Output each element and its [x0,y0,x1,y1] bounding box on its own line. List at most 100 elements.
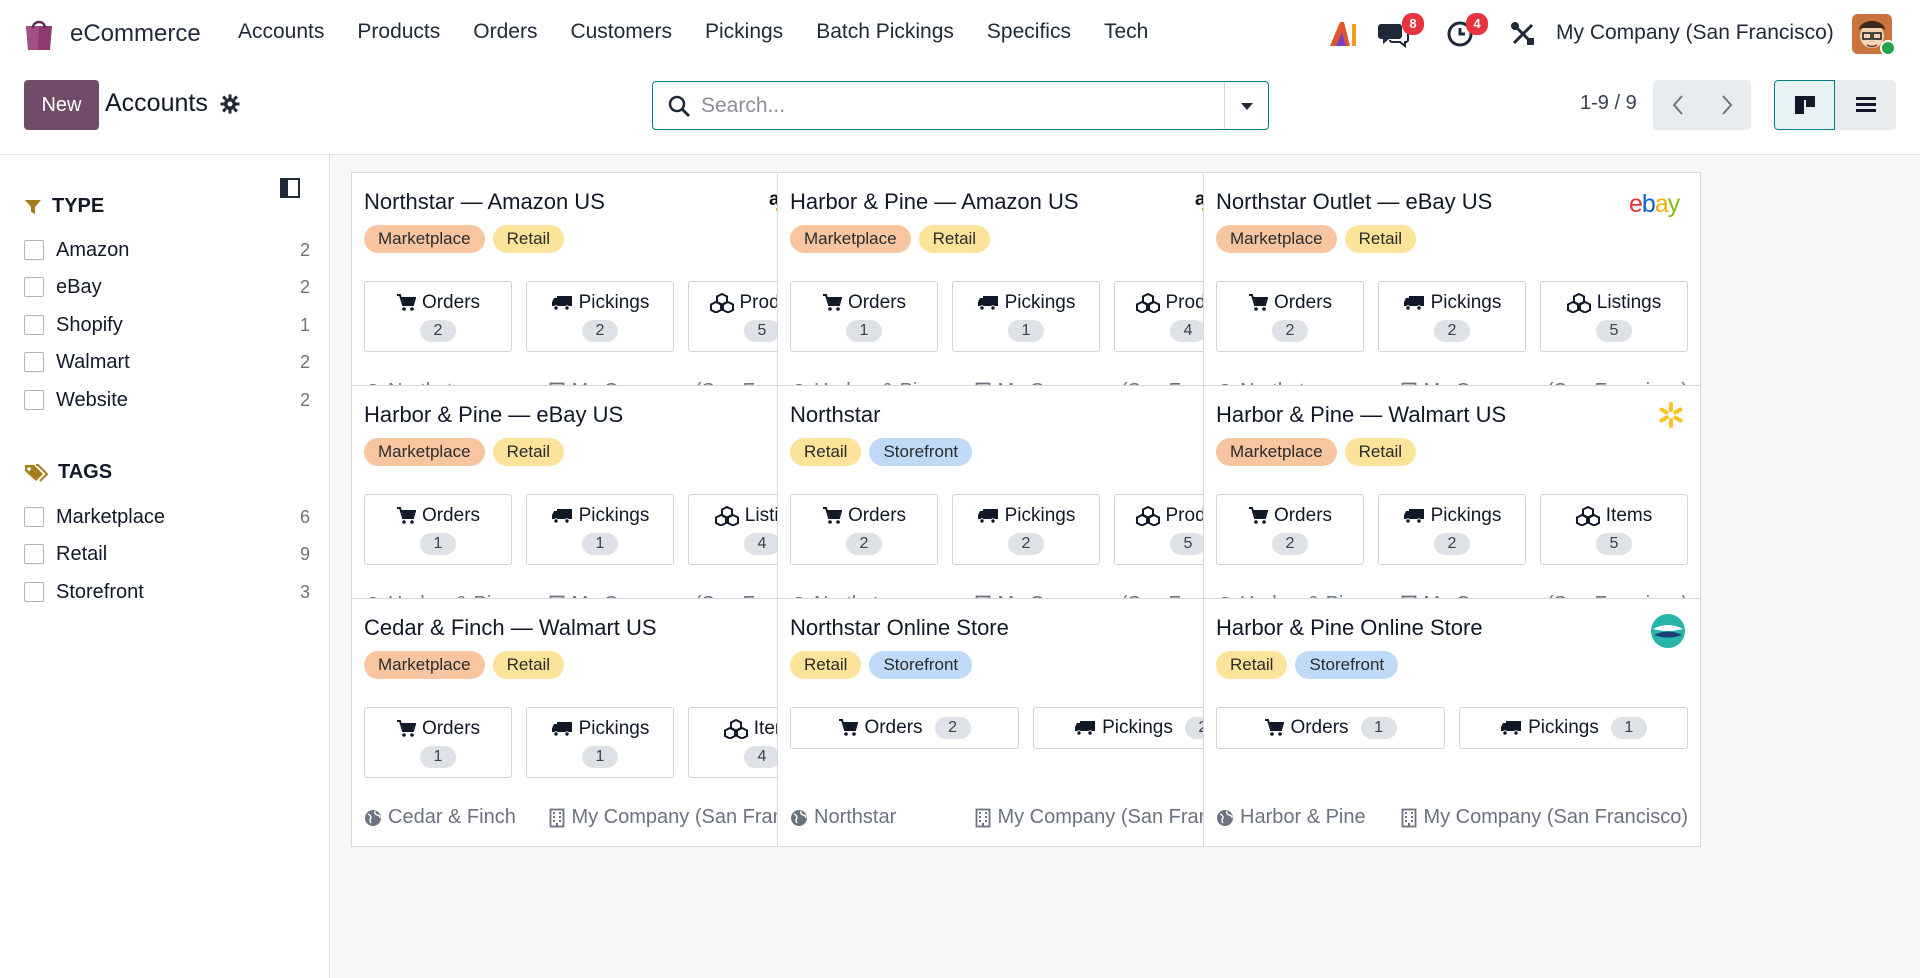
app-name[interactable]: eCommerce [70,20,201,48]
menu-pickings[interactable]: Pickings [705,20,783,44]
filter-icon [25,199,41,214]
stat-button-orders[interactable]: Orders 1 [1216,707,1445,749]
filter-count: 9 [299,543,310,564]
stat-button-items[interactable]: Items 5 [1540,494,1688,565]
truck-icon [1403,295,1424,311]
stat-label: Orders [847,504,907,526]
account-card[interactable]: Northstar — Amazon USamazonMarketplaceRe… [351,172,849,421]
pager-value[interactable]: 1-9 / 9 [1580,92,1637,115]
truck-icon [977,295,998,311]
account-card[interactable]: Harbor & Pine — Amazon USamazonMarketpla… [777,172,1275,421]
cubes-icon [1135,292,1160,313]
search-options-toggle[interactable] [1224,82,1268,129]
account-card[interactable]: Northstar Online Store Retail Storefront Or… [777,598,1275,847]
stat-count: 1 [582,745,618,768]
stat-button-pickings[interactable]: Pickings 1 [526,707,674,778]
checkbox[interactable] [24,315,44,335]
truck-icon [551,721,572,737]
card-tags: Marketplace Retail [364,438,565,466]
stat-button-orders[interactable]: Orders 1 [790,281,938,352]
filter-type-amazon[interactable]: Amazon 2 [24,235,310,265]
stat-button-pickings[interactable]: Pickings 1 [526,494,674,565]
stat-button-orders[interactable]: Orders 2 [364,281,512,352]
stat-label-wrap: Orders [396,505,480,527]
stat-button-pickings[interactable]: Pickings 2 [952,494,1100,565]
stat-button-pickings[interactable]: Pickings 2 [1378,494,1526,565]
stat-button-orders[interactable]: Orders 2 [790,707,1019,749]
ecommerce-app-icon[interactable] [22,16,56,52]
stat-button-orders[interactable]: Orders 1 [364,494,512,565]
card-title: Cedar & Finch — Walmart US [364,615,657,640]
gear-icon[interactable] [220,94,240,114]
cubes-icon [1566,292,1591,313]
menu-accounts[interactable]: Accounts [238,20,324,44]
card-stats: Orders2Pickings2Products5 [790,494,1262,565]
stat-button-orders[interactable]: Orders 2 [1216,494,1364,565]
checkbox[interactable] [24,544,44,564]
menu-customers[interactable]: Customers [570,20,672,44]
brand-name: Northstar [814,806,897,828]
checkbox[interactable] [24,277,44,297]
tag-badge: Storefront [869,651,973,679]
pager-next-button[interactable] [1702,80,1751,130]
kanban-view-button[interactable] [1774,80,1835,130]
account-card[interactable]: Harbor & Pine — Walmart US Marketplace Ret… [1203,385,1701,634]
stat-button-orders[interactable]: Orders 2 [1216,281,1364,352]
account-card[interactable]: Harbor & Pine — eBay USebayMarketplaceRe… [351,385,849,634]
search-input[interactable] [701,82,1221,129]
sidebar-toggle-icon[interactable] [279,177,301,199]
checkbox[interactable] [24,507,44,527]
card-stats: Orders 2 Pickings 2 [790,707,1262,749]
tag-badge: Marketplace [364,438,485,466]
card-title: Harbor & Pine — eBay US [364,402,624,427]
account-card[interactable]: Northstar Outlet — eBay US ebay Marketplac… [1203,172,1701,421]
account-card[interactable]: Northstar Retail Storefront Orders 2 Pickings… [777,385,1275,634]
card-footer: Cedar & Finch My Company (San Francisco) [364,806,836,829]
stat-button-orders[interactable]: Orders 1 [364,707,512,778]
filter-tag-marketplace[interactable]: Marketplace 6 [24,502,310,532]
filter-label: Shopify [56,313,123,336]
tools-icon[interactable] [1510,21,1536,47]
checkbox[interactable] [24,352,44,372]
filter-tag-retail[interactable]: Retail 9 [24,539,310,569]
stat-label: Pickings [1430,291,1502,313]
filter-type-website[interactable]: Website 2 [24,385,310,415]
filter-tag-storefront[interactable]: Storefront 3 [24,577,310,607]
card-tags: Marketplace Retail [1216,225,1417,253]
stat-button-listings[interactable]: Listings 5 [1540,281,1688,352]
menu-tech[interactable]: Tech [1104,20,1148,44]
menu-batch-pickings[interactable]: Batch Pickings [816,20,954,44]
filter-type-ebay[interactable]: eBay 2 [24,272,310,302]
stat-label-wrap: Orders [822,292,906,314]
filter-type-walmart[interactable]: Walmart 2 [24,347,310,377]
stat-button-pickings[interactable]: Pickings 2 [526,281,674,352]
account-card[interactable]: Harbor & Pine Online Store Retail Storefro… [1203,598,1701,847]
menu-orders[interactable]: Orders [473,20,537,44]
stat-button-pickings[interactable]: Pickings 1 [952,281,1100,352]
checkbox[interactable] [24,582,44,602]
stat-button-pickings[interactable]: Pickings 2 [1378,281,1526,352]
stat-label-wrap: Pickings [551,718,649,740]
checkbox[interactable] [24,390,44,410]
globe-icon [1217,809,1233,826]
list-view-button[interactable] [1835,80,1896,130]
stat-label: Listings [1596,291,1662,313]
company-switcher[interactable]: My Company (San Francisco) [1556,21,1834,45]
menu-specifics[interactable]: Specifics [987,20,1071,44]
brand-info: Northstar [790,806,896,829]
filter-type-shopify[interactable]: Shopify 1 [24,310,310,340]
stat-label: Orders [1273,291,1333,313]
account-card[interactable]: Cedar & Finch — Walmart US Marketplace Ret… [351,598,849,847]
ai-icon[interactable] [1328,20,1358,48]
filter-count: 2 [299,276,310,297]
brand-info: Cedar & Finch [364,806,516,829]
tag-badge: Retail [492,225,565,253]
pager-previous-button[interactable] [1653,80,1702,130]
search-icon [668,95,690,117]
new-button[interactable]: New [24,80,99,130]
stat-count: 4 [1170,319,1206,342]
menu-products[interactable]: Products [357,20,440,44]
stat-button-orders[interactable]: Orders 2 [790,494,938,565]
checkbox[interactable] [24,240,44,260]
stat-button-pickings[interactable]: Pickings 1 [1459,707,1688,749]
